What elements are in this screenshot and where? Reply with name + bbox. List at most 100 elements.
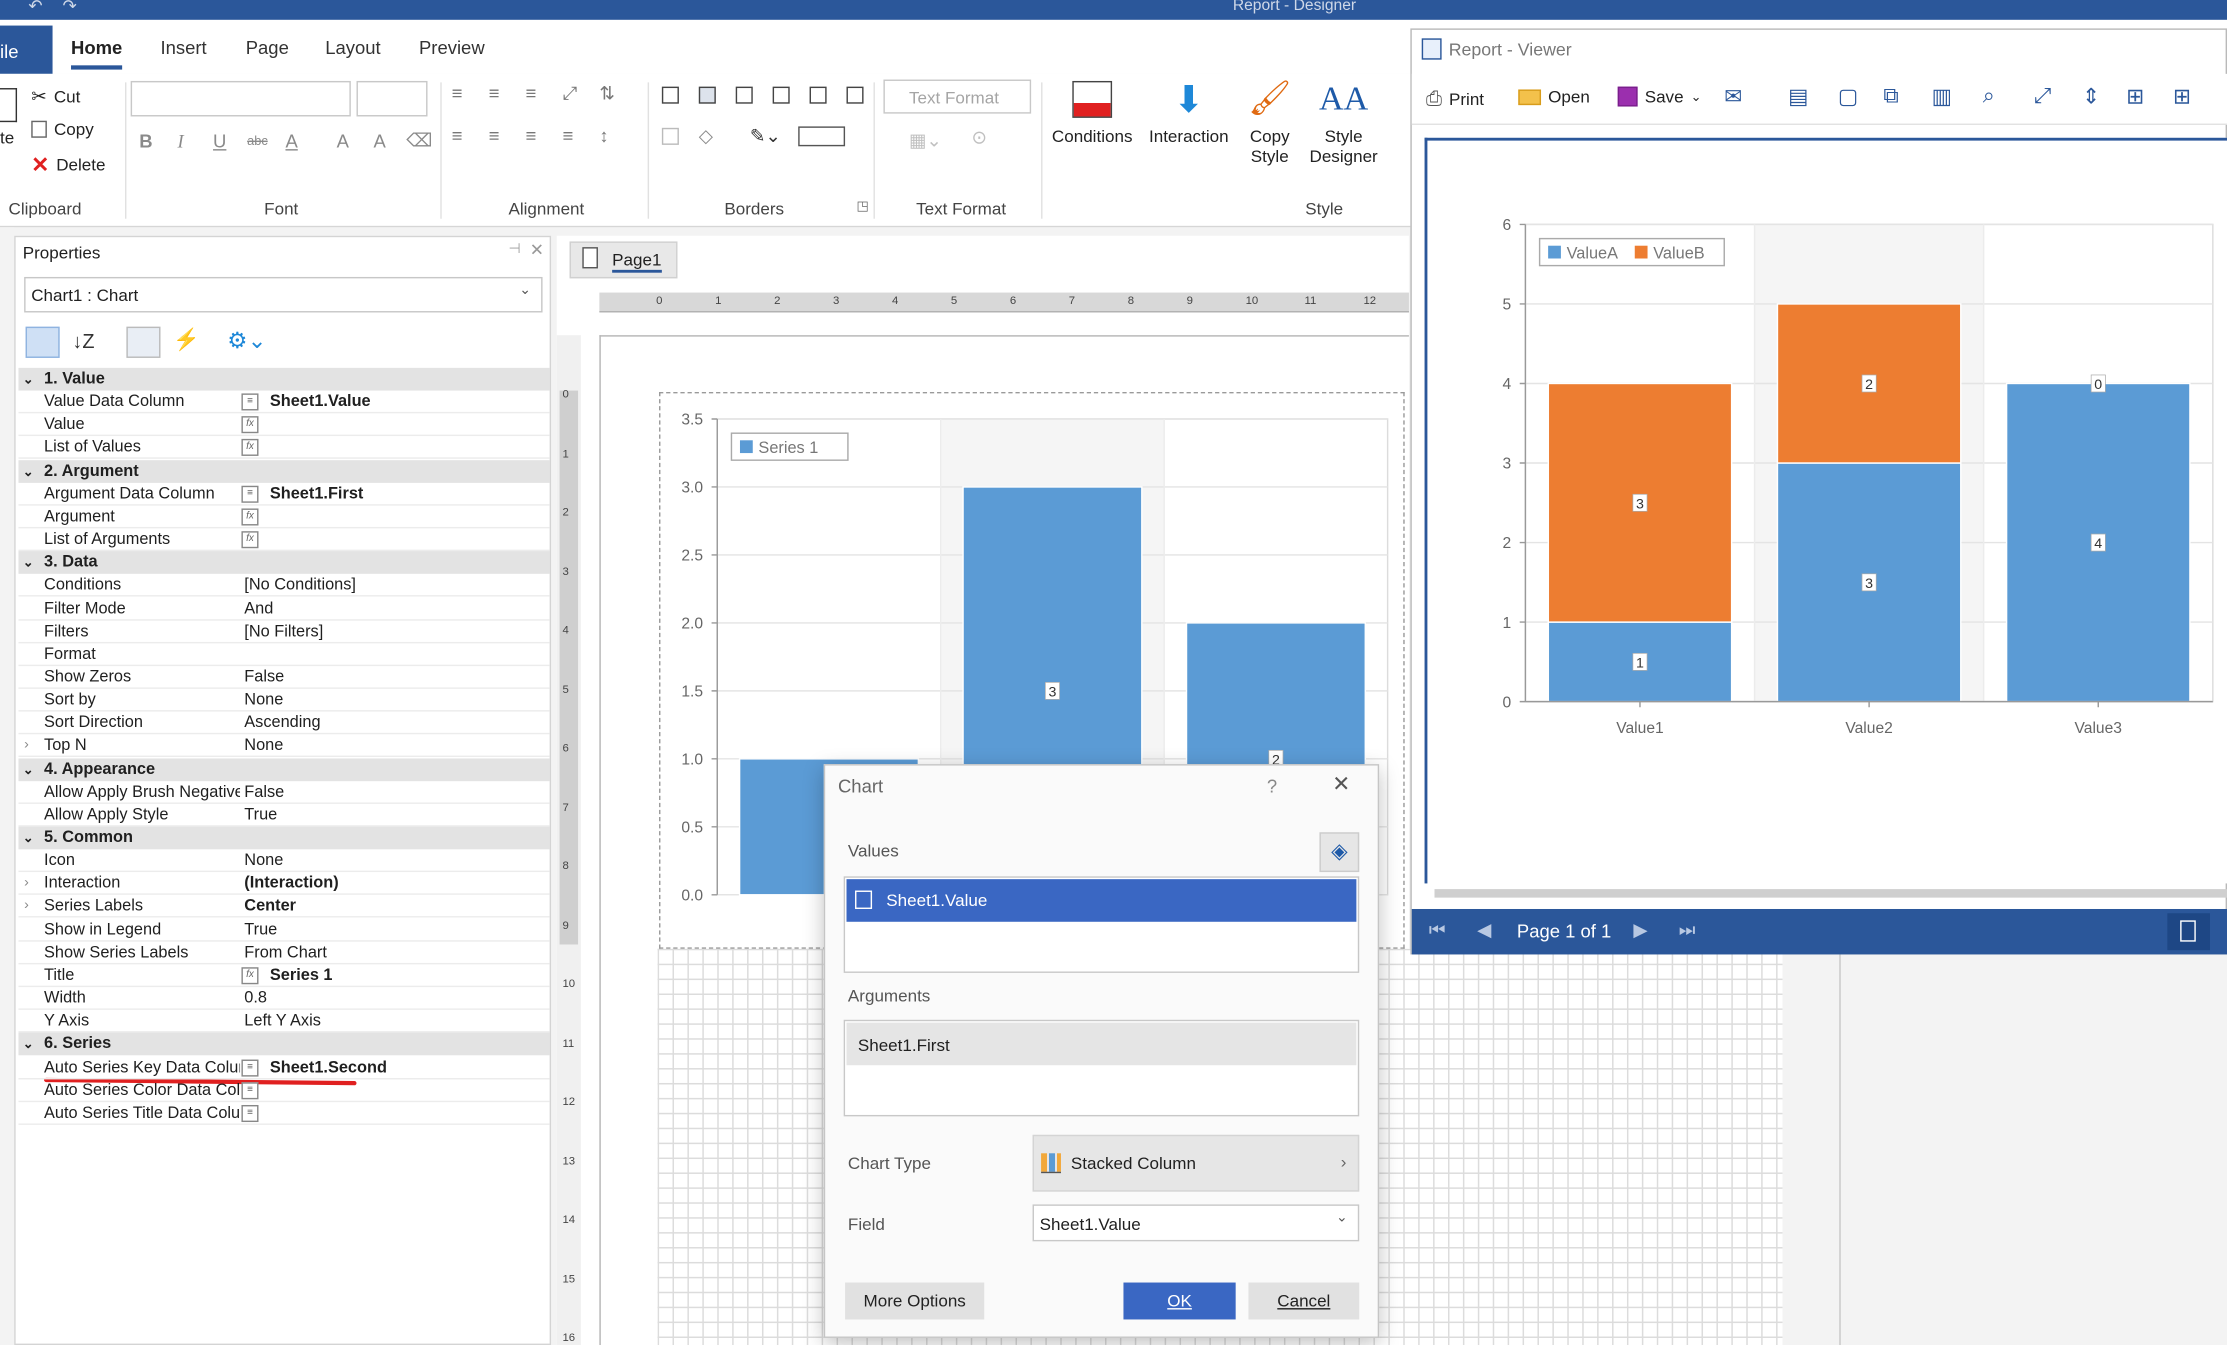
single-page-view-button[interactable] bbox=[2167, 913, 2210, 951]
property-value[interactable]: None bbox=[244, 850, 283, 873]
fullscreen-icon[interactable]: ⤢ bbox=[2034, 84, 2051, 108]
cut-button[interactable]: ✂ Cut bbox=[31, 85, 80, 108]
tab-page[interactable]: Page bbox=[246, 37, 289, 58]
view-mode-icon[interactable]: ⊞ bbox=[2173, 84, 2191, 109]
expand-icon[interactable]: › bbox=[24, 872, 29, 895]
collapse-icon[interactable]: ⌄ bbox=[23, 827, 34, 850]
close-icon[interactable]: ✕ bbox=[1332, 771, 1350, 797]
alignment-icon[interactable]: ≡ bbox=[526, 82, 537, 103]
property-row[interactable]: Auto Series Key Data Colur ≡ Sheet1.Second bbox=[18, 1056, 550, 1079]
tab-preview[interactable]: Preview bbox=[419, 37, 485, 58]
property-value[interactable]: Center bbox=[244, 895, 296, 918]
format-icon[interactable]: ▦⌄ bbox=[909, 129, 942, 152]
function-icon[interactable]: fx bbox=[241, 531, 259, 549]
interaction-button[interactable]: ⬇ Interaction bbox=[1145, 81, 1233, 146]
copy-icon[interactable]: ⧉ bbox=[1883, 84, 1898, 108]
property-row[interactable]: Allow Apply Brush Negative False bbox=[18, 781, 550, 804]
property-row[interactable]: Show in Legend True bbox=[18, 918, 550, 942]
layers-icon[interactable]: ◈ bbox=[1319, 832, 1360, 873]
print-button[interactable]: ⎙ Print bbox=[1426, 87, 1484, 111]
property-row[interactable]: Auto Series Color Data Colu ≡ bbox=[18, 1079, 550, 1102]
property-row[interactable]: Filter Mode And bbox=[18, 597, 550, 620]
border-side-icon[interactable] bbox=[661, 86, 679, 104]
property-value[interactable]: True bbox=[244, 804, 277, 827]
property-category[interactable]: ⌄ 4. Appearance bbox=[18, 757, 550, 781]
underline-icon[interactable]: U bbox=[213, 131, 226, 152]
text-format-input[interactable]: Text Format bbox=[883, 79, 1032, 114]
redo-icon[interactable]: ↷ bbox=[62, 0, 76, 16]
pin-icon[interactable]: ⊣ bbox=[508, 241, 520, 257]
property-value[interactable]: False bbox=[244, 781, 284, 804]
border-color-icon[interactable]: ✎⌄ bbox=[750, 125, 781, 148]
property-category[interactable]: ⌄ 2. Argument bbox=[18, 459, 550, 483]
alignment-icon[interactable]: ⤢ bbox=[562, 82, 577, 105]
alignment-icon[interactable]: ≡ bbox=[452, 125, 463, 146]
data-column-icon[interactable]: ≡ bbox=[241, 485, 259, 503]
property-value[interactable]: (Interaction) bbox=[244, 872, 338, 895]
property-row[interactable]: Sort Direction Ascending bbox=[18, 712, 550, 735]
property-category[interactable]: ⌄ 6. Series bbox=[18, 1033, 550, 1056]
page-tab[interactable]: Page1 bbox=[569, 241, 678, 279]
property-value[interactable]: And bbox=[244, 597, 273, 620]
alignment-icon[interactable]: ↕ bbox=[599, 125, 608, 146]
property-row[interactable]: List of Values fx bbox=[18, 437, 550, 460]
data-column-icon[interactable]: ≡ bbox=[241, 1081, 259, 1099]
property-value[interactable]: None bbox=[244, 689, 283, 712]
email-icon[interactable]: ✉ bbox=[1724, 84, 1742, 109]
border-side-icon[interactable] bbox=[698, 86, 716, 104]
property-category[interactable]: ⌄ 1. Value bbox=[18, 367, 550, 391]
property-row[interactable]: Show Series Labels From Chart bbox=[18, 941, 550, 965]
font-color-icon[interactable]: A bbox=[285, 131, 297, 152]
save-button[interactable]: Save ⌄ bbox=[1617, 86, 1701, 107]
field-select[interactable]: Sheet1.Value ⌄ bbox=[1032, 1204, 1360, 1242]
property-row[interactable]: Filters [No Filters] bbox=[18, 620, 550, 643]
property-row[interactable]: › Series Labels Center bbox=[18, 895, 550, 919]
paste-icon[interactable] bbox=[0, 88, 18, 123]
settings-gear-icon[interactable]: ⚙⌄ bbox=[227, 327, 266, 355]
tab-layout[interactable]: Layout bbox=[325, 37, 380, 58]
font-size-input[interactable] bbox=[356, 80, 428, 117]
property-row[interactable]: Value Data Column ≡ Sheet1.Value bbox=[18, 391, 550, 414]
search-icon[interactable]: ⌕ bbox=[1983, 84, 1995, 108]
alignment-icon[interactable]: ≡ bbox=[489, 125, 500, 146]
function-icon[interactable]: fx bbox=[241, 416, 259, 434]
property-row[interactable]: Y Axis Left Y Axis bbox=[18, 1010, 550, 1033]
property-category[interactable]: ⌄ 5. Common bbox=[18, 826, 550, 850]
tab-insert[interactable]: Insert bbox=[160, 37, 206, 58]
property-row[interactable]: › Top N None bbox=[18, 735, 550, 758]
property-value[interactable]: Left Y Axis bbox=[244, 1010, 321, 1033]
fill-color-icon[interactable]: ◇ bbox=[699, 125, 713, 148]
chart-type-selector[interactable]: Stacked Column › bbox=[1032, 1134, 1360, 1192]
property-row[interactable]: Title fx Series 1 bbox=[18, 964, 550, 987]
property-row[interactable]: Auto Series Title Data Colun ≡ bbox=[18, 1102, 550, 1125]
dialog-launcher-icon[interactable]: ◳ bbox=[856, 199, 868, 215]
paste-label[interactable]: te bbox=[0, 128, 14, 148]
multi-page-icon[interactable]: ⊞ bbox=[2126, 84, 2144, 109]
property-value[interactable]: False bbox=[244, 666, 284, 689]
alignment-icon[interactable]: ≡ bbox=[452, 82, 463, 103]
clipboard-icon[interactable]: ▢ bbox=[1838, 84, 1858, 109]
open-button[interactable]: Open bbox=[1518, 87, 1590, 107]
expand-icon[interactable]: › bbox=[24, 895, 29, 918]
tab-file[interactable]: ile bbox=[0, 25, 53, 74]
collapse-icon[interactable]: ⌄ bbox=[23, 368, 34, 391]
no-border-icon[interactable] bbox=[661, 127, 679, 145]
horizontal-scrollbar[interactable] bbox=[1434, 889, 2227, 898]
sort-alphabetical-icon[interactable]: ↓Z bbox=[72, 330, 94, 353]
function-icon[interactable]: fx bbox=[241, 508, 259, 526]
bookmarks-icon[interactable]: ▥ bbox=[1932, 84, 1952, 109]
categorized-view-icon[interactable] bbox=[25, 326, 60, 358]
property-row[interactable]: Icon None bbox=[18, 850, 550, 873]
function-icon[interactable]: fx bbox=[241, 967, 259, 985]
property-value[interactable]: True bbox=[244, 918, 277, 941]
border-side-icon[interactable] bbox=[846, 86, 864, 104]
collapse-icon[interactable]: ⌄ bbox=[23, 460, 34, 483]
events-icon[interactable]: ⚡ bbox=[173, 327, 200, 352]
property-value[interactable]: From Chart bbox=[244, 941, 327, 964]
alignment-icon[interactable]: ⇅ bbox=[599, 82, 614, 105]
undo-icon[interactable]: ↶ bbox=[28, 0, 42, 16]
data-column-icon[interactable]: ≡ bbox=[241, 1058, 259, 1076]
property-value[interactable]: [No Conditions] bbox=[244, 574, 356, 597]
property-row[interactable]: Width 0.8 bbox=[18, 987, 550, 1010]
next-page-icon[interactable]: ▶ bbox=[1633, 919, 1647, 942]
